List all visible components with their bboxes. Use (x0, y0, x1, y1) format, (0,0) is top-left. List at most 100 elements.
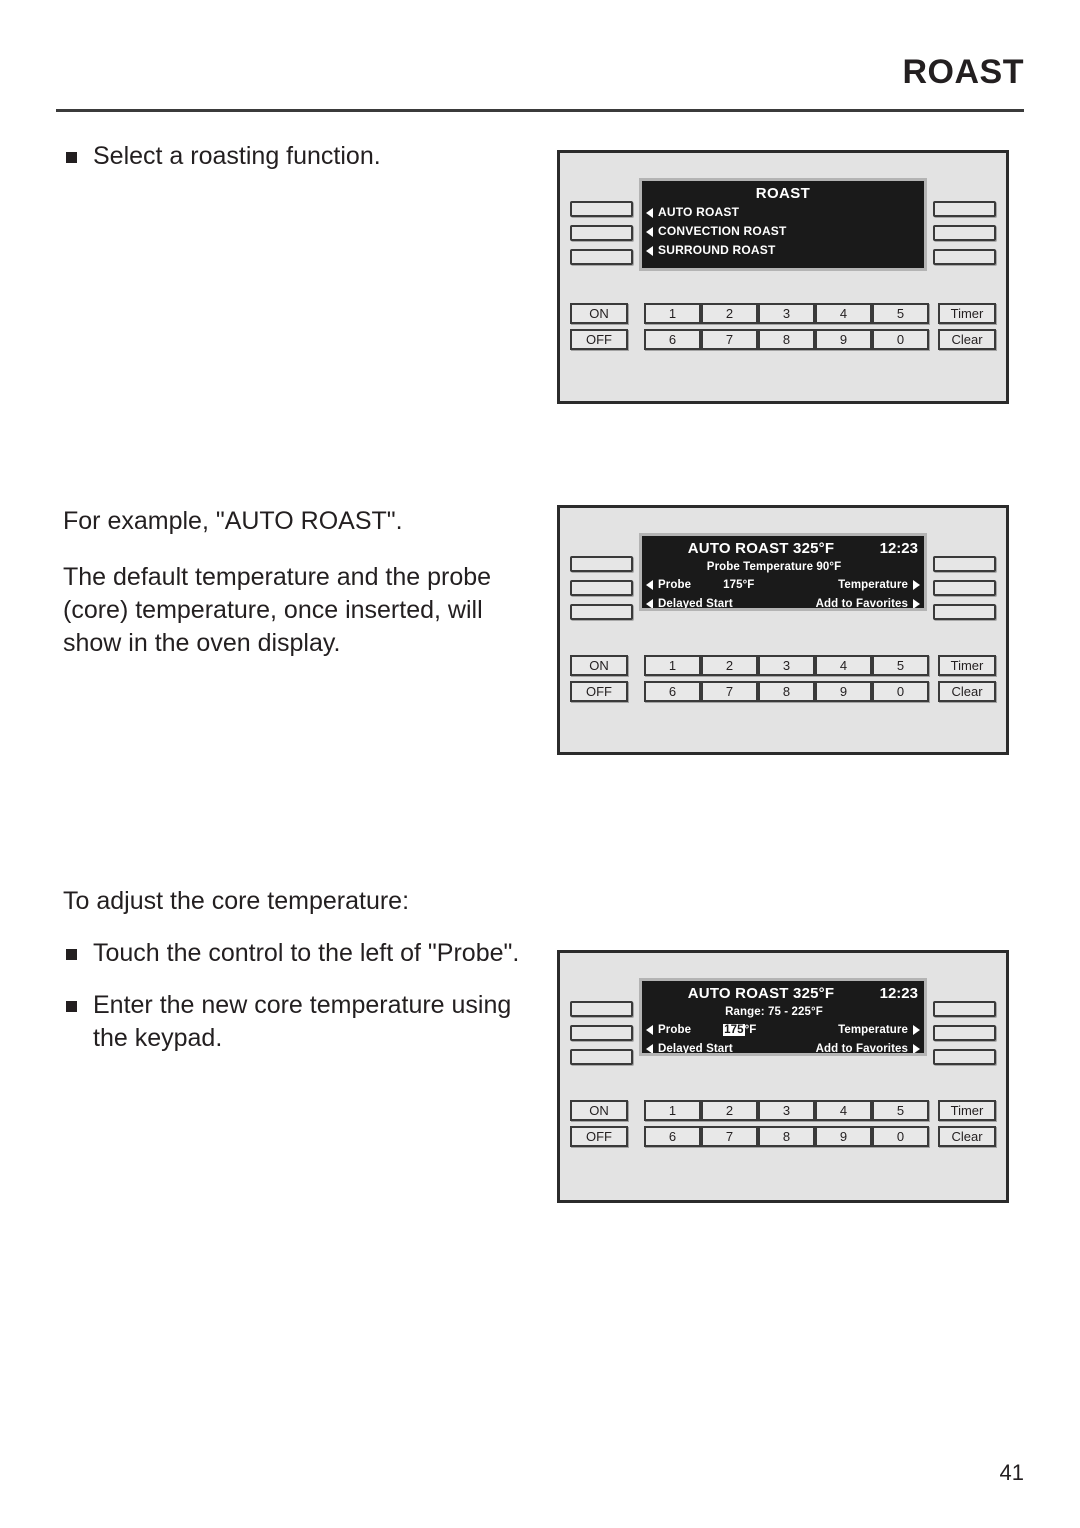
timer-button[interactable]: Timer (938, 655, 996, 676)
display-soft-right-label: Add to Favorites (815, 1042, 908, 1055)
display-soft-right-temperature[interactable]: Temperature (838, 1024, 920, 1036)
display-row-probe: Probe 175°F Temperature (642, 575, 924, 594)
key-1[interactable]: 1 (644, 655, 701, 676)
triangle-left-icon (646, 1043, 653, 1053)
soft-key-left-delayed-start[interactable] (570, 604, 633, 620)
display-row-delayed-start: Delayed Start Add to Favorites (642, 594, 924, 608)
soft-key-right-favorites[interactable] (933, 604, 996, 620)
soft-key-left-1[interactable] (570, 556, 633, 572)
display-subtitle: Probe Temperature 90°F (706, 561, 842, 573)
key-0[interactable]: 0 (872, 329, 929, 350)
key-8[interactable]: 8 (758, 681, 815, 702)
probe-temperature-editor[interactable]: 175 °F (723, 1023, 757, 1036)
display-soft-right-label: Temperature (838, 578, 908, 591)
key-4[interactable]: 4 (815, 303, 872, 324)
probe-temperature-unit: °F (744, 1023, 757, 1036)
on-button[interactable]: ON (570, 1100, 628, 1121)
menu-item-convection-roast[interactable]: CONVECTION ROAST (642, 222, 924, 241)
key-5[interactable]: 5 (872, 655, 929, 676)
list-item: Touch the control to the left of "Probe"… (63, 937, 533, 970)
keypad: ON OFF Timer Clear 1 2 3 4 5 6 7 8 9 0 (570, 303, 996, 361)
square-bullet-icon (66, 1001, 77, 1012)
key-2[interactable]: 2 (701, 303, 758, 324)
key-5[interactable]: 5 (872, 1100, 929, 1121)
display-row-probe: Probe 175 °F Temperature (642, 1020, 924, 1039)
key-9[interactable]: 9 (815, 329, 872, 350)
key-3[interactable]: 3 (758, 303, 815, 324)
triangle-left-icon (646, 1024, 653, 1035)
display-soft-right-temperature[interactable]: Temperature (838, 579, 920, 591)
display-soft-left-probe[interactable]: Probe (646, 579, 691, 591)
soft-key-right-favorites[interactable] (933, 1049, 996, 1065)
oven-display-menu: ROAST AUTO ROAST CONVECTION ROAST SURROU… (639, 178, 927, 271)
key-5[interactable]: 5 (872, 303, 929, 324)
key-0[interactable]: 0 (872, 681, 929, 702)
oven-display-edit: AUTO ROAST 325°F 12:23 Range: 75 - 225°F… (639, 978, 927, 1056)
soft-key-left-probe[interactable] (570, 1025, 633, 1041)
square-bullet-icon (66, 152, 77, 163)
soft-key-right-2[interactable] (933, 225, 996, 241)
key-9[interactable]: 9 (815, 681, 872, 702)
off-button[interactable]: OFF (570, 329, 628, 350)
header-divider (56, 109, 1024, 112)
key-6[interactable]: 6 (644, 681, 701, 702)
key-1[interactable]: 1 (644, 303, 701, 324)
key-7[interactable]: 7 (701, 681, 758, 702)
display-soft-right-favorites[interactable]: Add to Favorites (815, 1042, 920, 1055)
clear-button[interactable]: Clear (938, 329, 996, 350)
key-1[interactable]: 1 (644, 1100, 701, 1121)
key-3[interactable]: 3 (758, 655, 815, 676)
display-soft-left-delayed-start[interactable]: Delayed Start (646, 1042, 733, 1055)
timer-button[interactable]: Timer (938, 303, 996, 324)
key-7[interactable]: 7 (701, 329, 758, 350)
instruction-block-2: For example, "AUTO ROAST". The default t… (63, 505, 533, 660)
on-button[interactable]: ON (570, 655, 628, 676)
key-2[interactable]: 2 (701, 655, 758, 676)
instruction-block-3: To adjust the core temperature: Touch th… (63, 885, 533, 1055)
soft-key-left-probe[interactable] (570, 580, 633, 596)
soft-key-right-1[interactable] (933, 556, 996, 572)
display-soft-left-probe[interactable]: Probe (646, 1024, 691, 1036)
key-0[interactable]: 0 (872, 1126, 929, 1147)
soft-key-left-2[interactable] (570, 225, 633, 241)
display-header: AUTO ROAST 325°F 12:23 (642, 538, 924, 559)
timer-button[interactable]: Timer (938, 1100, 996, 1121)
soft-key-left-3[interactable] (570, 249, 633, 265)
key-8[interactable]: 8 (758, 1126, 815, 1147)
soft-key-right-temperature[interactable] (933, 580, 996, 596)
soft-key-right-1[interactable] (933, 201, 996, 217)
soft-key-right-1[interactable] (933, 1001, 996, 1017)
soft-key-right-temperature[interactable] (933, 1025, 996, 1041)
triangle-left-icon (646, 579, 653, 590)
oven-control-panel-auto-roast-status: AUTO ROAST 325°F 12:23 Probe Temperature… (557, 505, 1009, 755)
paragraph-default-temp: The default temperature and the probe (c… (63, 563, 492, 657)
key-7[interactable]: 7 (701, 1126, 758, 1147)
display-soft-left-delayed-start[interactable]: Delayed Start (646, 598, 733, 608)
list-item: Select a roasting function. (63, 140, 533, 173)
off-button[interactable]: OFF (570, 681, 628, 702)
display-soft-left-label: Delayed Start (658, 1042, 733, 1055)
page-title: ROAST (902, 53, 1024, 91)
menu-item-label: SURROUND ROAST (658, 243, 776, 257)
soft-key-left-delayed-start[interactable] (570, 1049, 633, 1065)
clear-button[interactable]: Clear (938, 681, 996, 702)
menu-item-surround-roast[interactable]: SURROUND ROAST (642, 241, 924, 260)
key-6[interactable]: 6 (644, 1126, 701, 1147)
key-6[interactable]: 6 (644, 329, 701, 350)
on-button[interactable]: ON (570, 303, 628, 324)
soft-key-left-1[interactable] (570, 201, 633, 217)
soft-key-left-1[interactable] (570, 1001, 633, 1017)
key-4[interactable]: 4 (815, 655, 872, 676)
key-2[interactable]: 2 (701, 1100, 758, 1121)
list-item-label: Enter the new core temperature using the… (93, 991, 512, 1052)
key-9[interactable]: 9 (815, 1126, 872, 1147)
key-8[interactable]: 8 (758, 329, 815, 350)
paragraph-adjust-intro: To adjust the core temperature: (63, 887, 410, 915)
menu-item-auto-roast[interactable]: AUTO ROAST (642, 203, 924, 222)
key-4[interactable]: 4 (815, 1100, 872, 1121)
soft-key-right-3[interactable] (933, 249, 996, 265)
key-3[interactable]: 3 (758, 1100, 815, 1121)
display-soft-right-favorites[interactable]: Add to Favorites (816, 598, 920, 608)
off-button[interactable]: OFF (570, 1126, 628, 1147)
clear-button[interactable]: Clear (938, 1126, 996, 1147)
